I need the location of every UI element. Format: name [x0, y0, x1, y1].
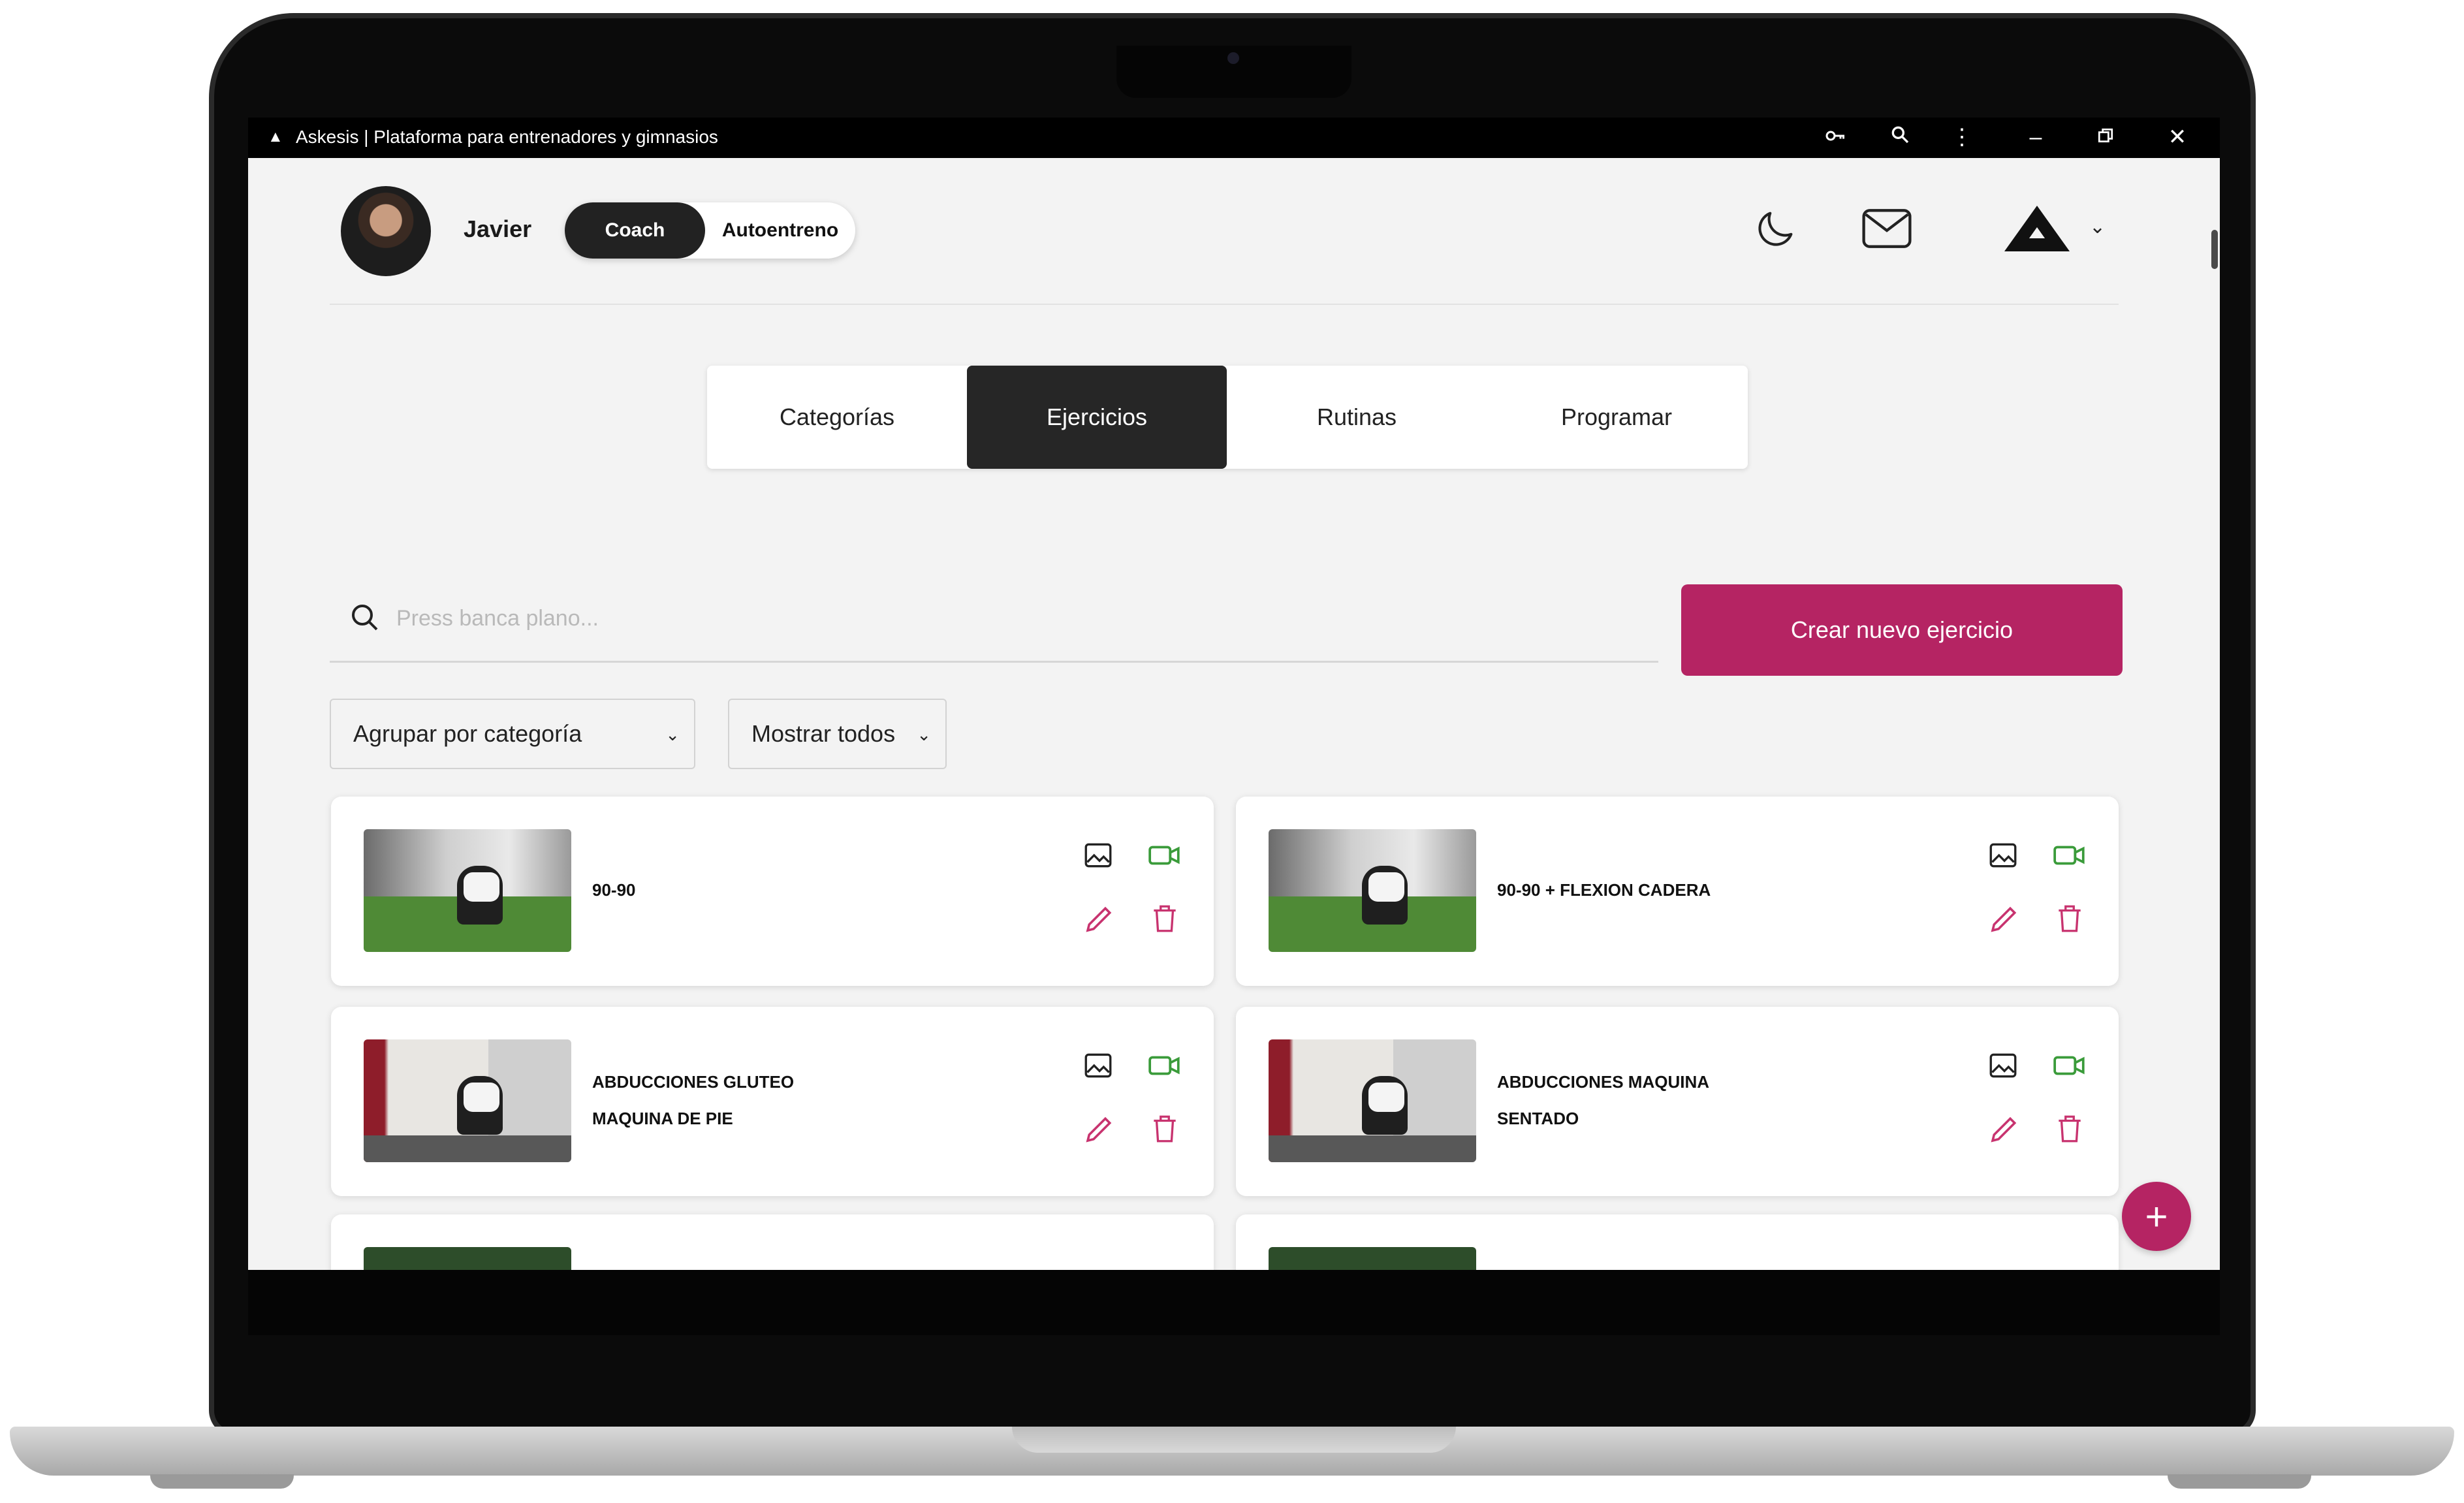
mode-option-autoentreno[interactable]: Autoentreno	[705, 202, 855, 259]
laptop-bezel	[248, 1270, 2220, 1335]
delete-icon[interactable]	[2053, 1111, 2086, 1150]
delete-icon[interactable]	[1148, 1111, 1181, 1150]
tab-categorias[interactable]: Categorías	[707, 366, 967, 469]
image-icon[interactable]	[1082, 839, 1114, 875]
exercise-title: 90-90 + FLEXION CADERA	[1497, 880, 1711, 900]
exercise-thumbnail[interactable]	[364, 829, 571, 952]
delete-icon[interactable]	[1148, 901, 1181, 940]
chevron-down-icon: ⌄	[917, 725, 931, 744]
exercise-card-partial[interactable]	[331, 1214, 1214, 1270]
video-icon[interactable]	[2052, 839, 2087, 875]
exercise-card[interactable]: 90-90 + FLEXION CADERA	[1236, 797, 2119, 986]
mode-toggle[interactable]: Coach Autoentreno	[565, 202, 855, 259]
window-title: Askesis | Plataforma para entrenadores y…	[296, 127, 718, 147]
video-icon[interactable]	[1147, 1049, 1182, 1085]
section-tabs: Categorías Ejercicios Rutinas Programar	[707, 366, 1748, 469]
exercise-card[interactable]: 90-90	[331, 797, 1214, 986]
more-vert-icon[interactable]: ⋮	[1949, 124, 1975, 150]
edit-icon[interactable]	[1987, 1111, 2022, 1150]
edit-icon[interactable]	[1082, 1111, 1117, 1150]
create-exercise-button[interactable]: Crear nuevo ejercicio	[1681, 584, 2123, 676]
laptop-foot-right	[2168, 1474, 2311, 1489]
show-filter-select[interactable]: Mostrar todos ⌄	[728, 699, 947, 769]
delete-icon[interactable]	[2053, 901, 2086, 940]
group-by-value: Agrupar por categoría	[353, 720, 582, 747]
zoom-icon[interactable]	[1887, 124, 1913, 151]
tab-programar[interactable]: Programar	[1487, 366, 1746, 469]
exercise-thumbnail[interactable]	[1269, 829, 1476, 952]
image-icon[interactable]	[1082, 1049, 1114, 1085]
user-name: Javier	[464, 215, 532, 242]
edit-icon[interactable]	[1987, 901, 2022, 940]
moon-icon[interactable]	[1753, 206, 1799, 255]
exercise-thumbnail[interactable]	[364, 1247, 571, 1270]
exercise-card[interactable]: ABDUCCIONES MAQUINA SENTADO	[1236, 1007, 2119, 1196]
laptop-base-notch	[1012, 1427, 1456, 1453]
group-by-select[interactable]: Agrupar por categoría ⌄	[330, 699, 695, 769]
window-titlebar: ▲ Askesis | Plataforma para entrenadores…	[248, 118, 2220, 158]
exercise-title: ABDUCCIONES GLUTEO	[592, 1072, 795, 1092]
image-icon[interactable]	[1987, 839, 2019, 875]
scrollbar[interactable]	[2209, 158, 2220, 1270]
video-icon[interactable]	[1147, 839, 1182, 875]
mail-icon[interactable]	[1861, 206, 1913, 255]
restore-icon[interactable]	[2093, 124, 2119, 150]
app-logo-icon: ▲	[268, 128, 283, 146]
tab-ejercicios[interactable]: Ejercicios	[967, 366, 1227, 469]
edit-icon[interactable]	[1082, 901, 1117, 940]
minimize-icon[interactable]: –	[2023, 124, 2049, 150]
webcam	[1227, 52, 1239, 64]
chevron-down-icon[interactable]: ⌄	[2089, 215, 2106, 238]
exercise-title-line2: MAQUINA DE PIE	[592, 1109, 733, 1128]
search-icon	[349, 602, 381, 637]
app-screen: ▲ Askesis | Plataforma para entrenadores…	[248, 118, 2220, 1270]
header-divider	[330, 304, 2119, 305]
askesis-logo[interactable]	[2001, 202, 2073, 258]
scrollbar-thumb[interactable]	[2211, 230, 2218, 269]
tab-rutinas[interactable]: Rutinas	[1227, 366, 1487, 469]
laptop-foot-left	[150, 1474, 294, 1489]
exercise-title-line2: SENTADO	[1497, 1109, 1579, 1128]
exercise-card-partial[interactable]	[1236, 1214, 2119, 1270]
chevron-down-icon: ⌄	[665, 725, 680, 744]
exercise-title: 90-90	[592, 880, 636, 900]
mode-option-coach[interactable]: Coach	[565, 202, 705, 259]
exercise-thumbnail[interactable]	[1269, 1039, 1476, 1162]
key-icon[interactable]	[1822, 124, 1848, 153]
exercise-card[interactable]: ABDUCCIONES GLUTEO MAQUINA DE PIE	[331, 1007, 1214, 1196]
image-icon[interactable]	[1987, 1049, 2019, 1085]
avatar[interactable]	[341, 186, 431, 276]
exercise-title: ABDUCCIONES MAQUINA	[1497, 1072, 1709, 1092]
search-bar	[330, 575, 1658, 663]
exercise-thumbnail[interactable]	[1269, 1247, 1476, 1270]
search-input[interactable]	[395, 594, 1638, 642]
exercise-thumbnail[interactable]	[364, 1039, 571, 1162]
video-icon[interactable]	[2052, 1049, 2087, 1085]
add-fab-button[interactable]: +	[2122, 1182, 2191, 1251]
show-filter-value: Mostrar todos	[751, 720, 896, 747]
close-icon[interactable]: ✕	[2164, 124, 2190, 150]
